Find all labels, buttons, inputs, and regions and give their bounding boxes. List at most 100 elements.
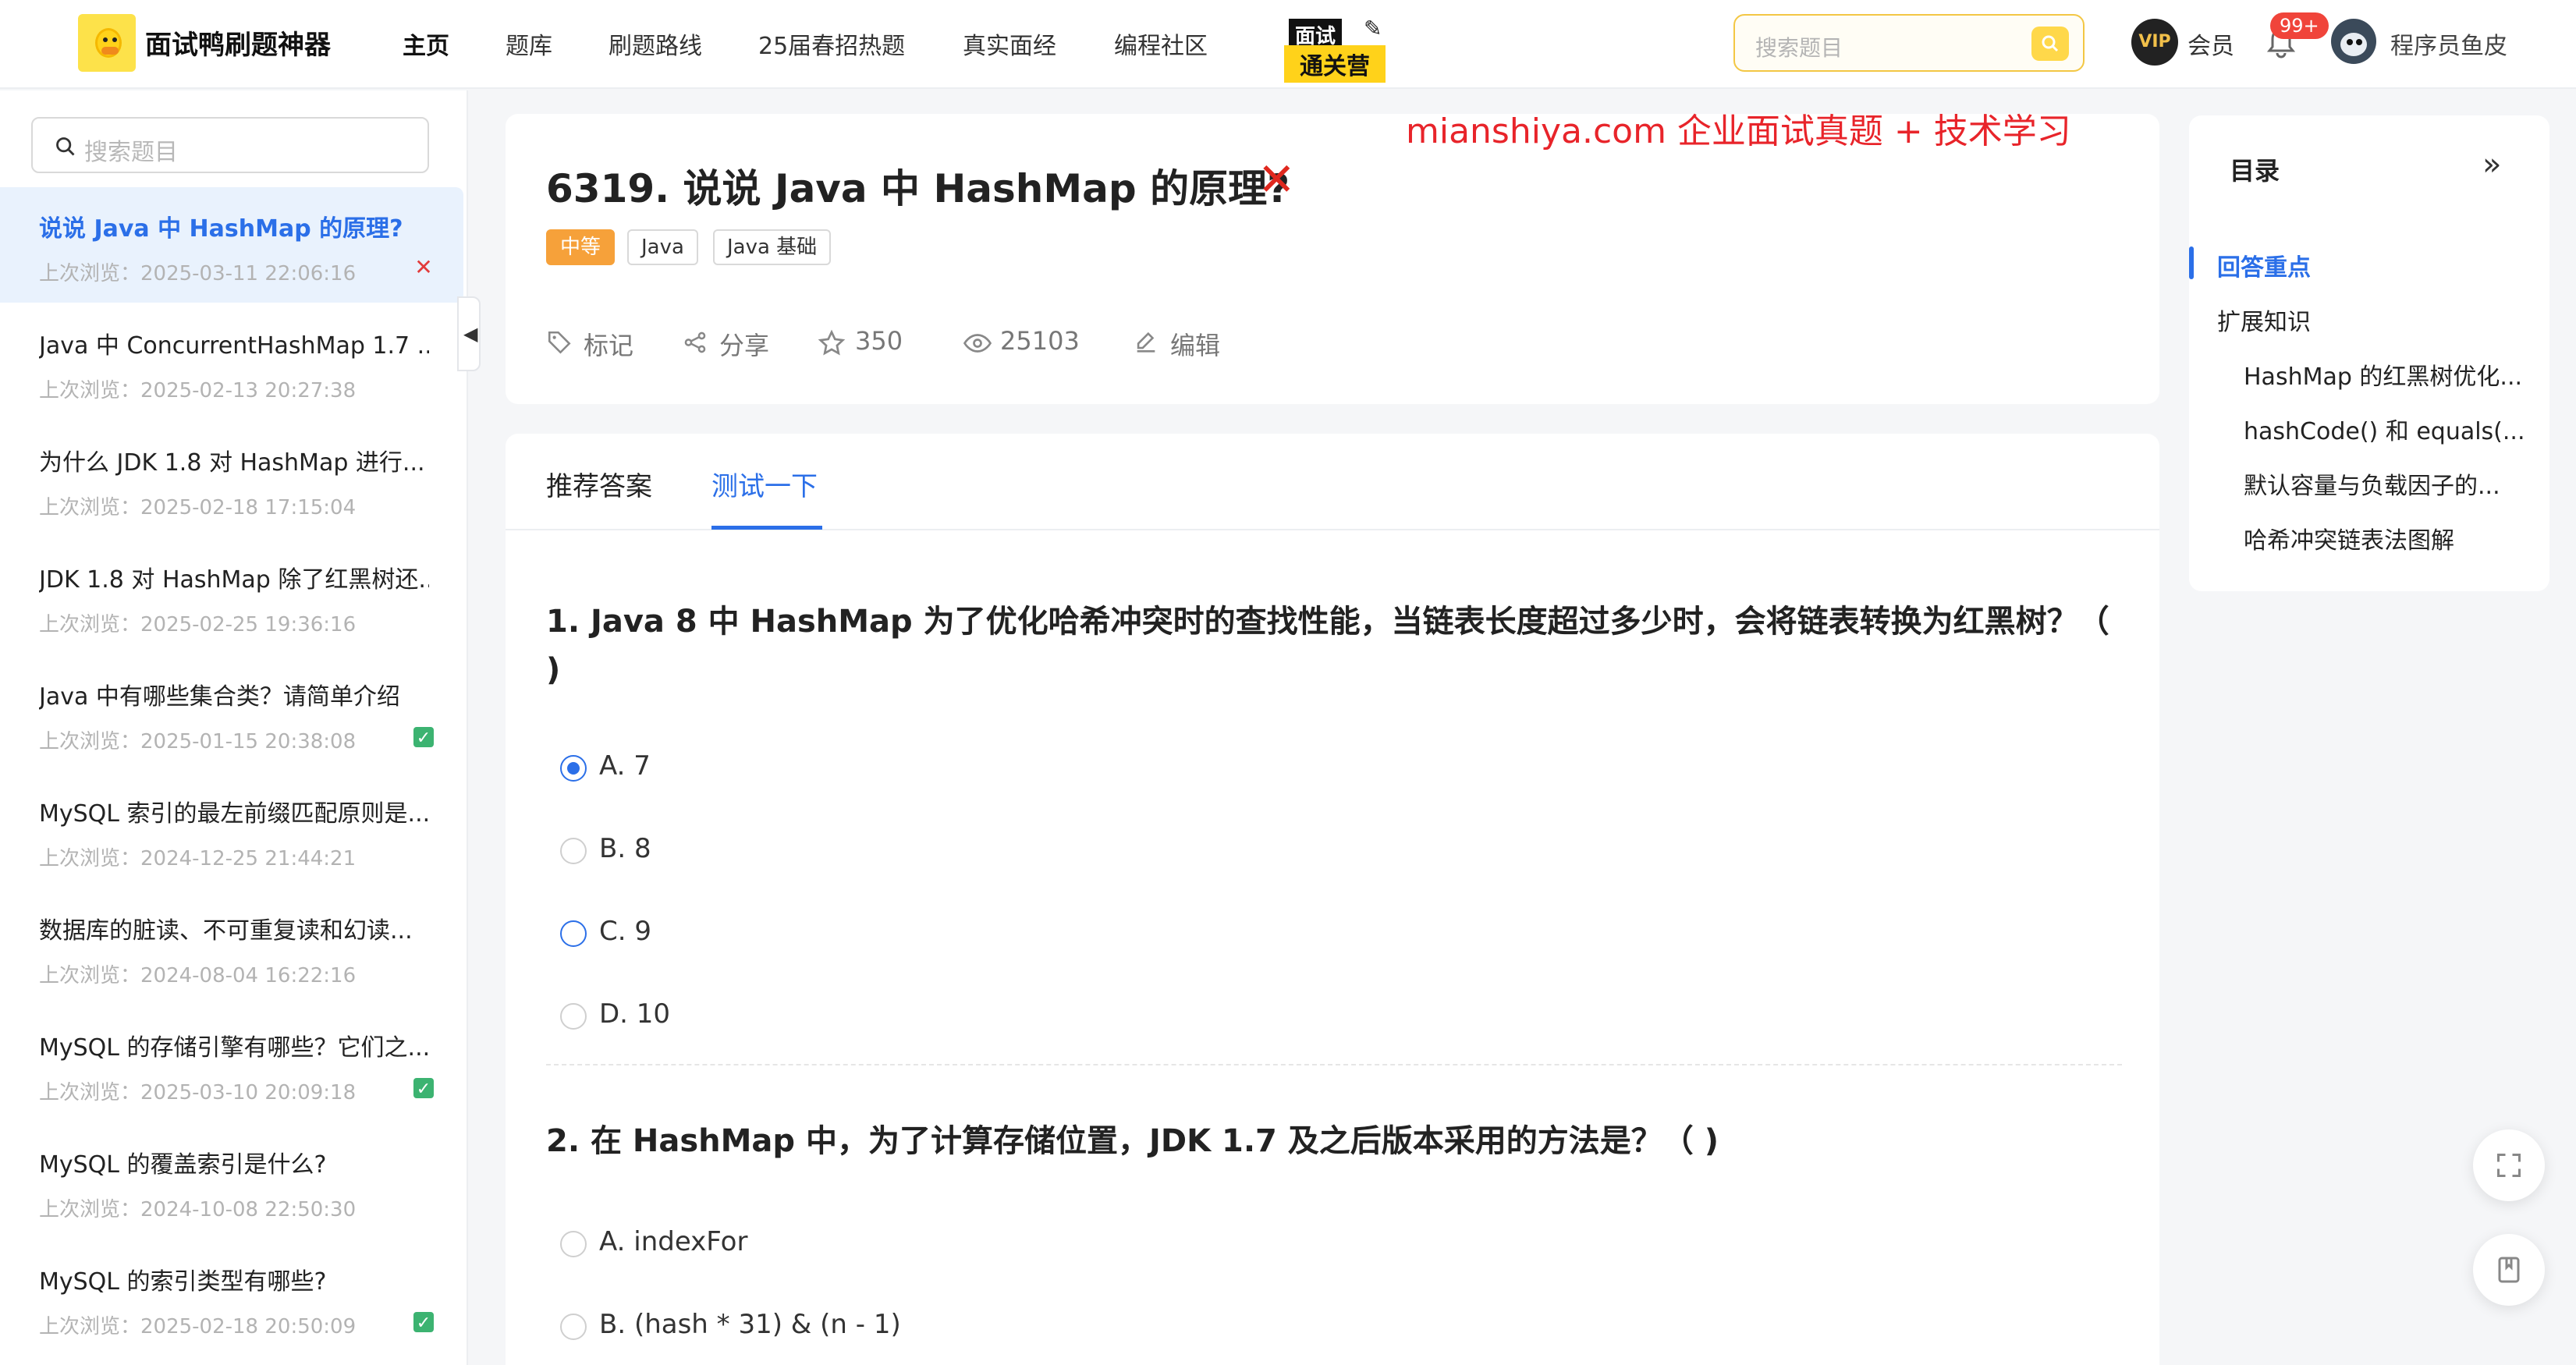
- bootcamp-banner[interactable]: 面试 通关营 ✎: [1267, 16, 1393, 83]
- list-item[interactable]: 为什么 JDK 1.8 对 HashMap 进行... 上次浏览：2025-02…: [0, 421, 463, 537]
- list-item[interactable]: Java 中有哪些集合类？请简单介绍 上次浏览：2025-01-15 20:38…: [0, 655, 463, 771]
- notes-button[interactable]: [2473, 1234, 2545, 1306]
- list-item-title: 为什么 JDK 1.8 对 HashMap 进行...: [39, 449, 425, 477]
- user-name[interactable]: 程序员鱼皮: [2390, 27, 2507, 61]
- duck-logo-icon[interactable]: [78, 14, 136, 72]
- avatar[interactable]: [2331, 19, 2376, 64]
- tag-java-basics[interactable]: Java 基础: [713, 229, 832, 265]
- nav-study-route[interactable]: 刷题路线: [609, 27, 702, 61]
- toc-item[interactable]: 哈希冲突链表法图解: [2244, 521, 2548, 555]
- list-item-title: JDK 1.8 对 HashMap 除了红黑树还...: [39, 566, 429, 594]
- list-item-time: 上次浏览：2025-01-15 20:38:08: [39, 730, 357, 753]
- eye-icon: [963, 334, 992, 353]
- difficulty-tag[interactable]: 中等: [546, 229, 616, 265]
- toc-item[interactable]: 扩展知识: [2217, 303, 2521, 337]
- list-item-title: 数据库的脏读、不可重复读和幻读...: [39, 917, 413, 945]
- notification-count-badge: 99+: [2270, 12, 2329, 39]
- list-item-title: 说说 Java 中 HashMap 的原理?: [39, 215, 403, 243]
- list-item[interactable]: MySQL 的索引类型有哪些? 上次浏览：2025-02-18 20:50:09…: [0, 1240, 463, 1356]
- list-item[interactable]: MySQL 的覆盖索引是什么? 上次浏览：2024-10-08 22:50:30: [0, 1123, 463, 1239]
- sidebar-search-input[interactable]: 搜索题目: [31, 117, 429, 173]
- list-item-title: MySQL 的存储引擎有哪些？它们之...: [39, 1034, 429, 1062]
- correct-check-icon: ✓: [413, 1078, 434, 1099]
- list-item-title: Java 中 ConcurrentHashMap 1.7 ...: [39, 332, 429, 360]
- search-icon: [56, 137, 75, 156]
- vip-label[interactable]: 会员: [2187, 27, 2234, 61]
- list-item-time: 上次浏览：2025-02-13 20:27:38: [39, 379, 357, 402]
- list-item-time: 上次浏览：2024-08-04 16:22:16: [39, 964, 357, 987]
- camp-line2: 通关营: [1284, 45, 1386, 83]
- list-item-title: MySQL 的索引类型有哪些?: [39, 1268, 327, 1296]
- caret-left-icon: ◀: [463, 323, 478, 345]
- fullscreen-button[interactable]: [2473, 1129, 2545, 1201]
- answer-card: 推荐答案 测试一下 1. Java 8 中 HashMap 为了优化哈希冲突时的…: [506, 434, 2159, 1365]
- list-item[interactable]: MySQL 索引的最左前缀匹配原则是... 上次浏览：2024-12-25 21…: [0, 772, 463, 888]
- search-icon: [2042, 35, 2059, 52]
- list-item[interactable]: MySQL 的存储引擎有哪些？它们之... 上次浏览：2025-03-10 20…: [0, 1006, 463, 1122]
- app-logo-text[interactable]: 面试鸭刷题神器: [145, 23, 331, 62]
- tab-recommended-answer[interactable]: 推荐答案: [546, 465, 652, 503]
- list-item[interactable]: 数据库的脏读、不可重复读和幻读... 上次浏览：2024-08-04 16:22…: [0, 889, 463, 1005]
- vip-badge-icon[interactable]: VIP: [2131, 19, 2178, 66]
- table-of-contents: 目录 » 回答重点 扩展知识 HashMap 的红黑树优化... hashCod…: [2189, 115, 2549, 591]
- radio-button[interactable]: [560, 1003, 587, 1030]
- radio-button[interactable]: [560, 1231, 587, 1257]
- tag-java[interactable]: Java: [627, 229, 698, 265]
- list-item-time: 上次浏览：2024-10-08 22:50:30: [39, 1198, 357, 1221]
- answer-tabs: 推荐答案 测试一下: [506, 434, 2159, 530]
- question-title: 6319. 说说 Java 中 HashMap 的原理?: [546, 166, 1290, 211]
- site-watermark: mianshiya.com 企业面试真题 + 技术学习: [1406, 112, 2071, 151]
- top-nav-bar: 面试鸭刷题神器 主页 题库 刷题路线 25届春招热题 真实面经 编程社区 面试 …: [0, 0, 2576, 89]
- share-icon: [684, 332, 706, 353]
- radio-button[interactable]: [560, 1314, 587, 1340]
- top-search-box[interactable]: 搜索题目: [1733, 14, 2085, 72]
- share-label: 分享: [719, 331, 770, 360]
- nav-home[interactable]: 主页: [403, 27, 449, 61]
- list-item[interactable]: 说说 Java 中 HashMap 的原理? 上次浏览：2025-03-11 2…: [0, 187, 463, 303]
- favorite-count: 350: [855, 326, 903, 356]
- nav-question-bank[interactable]: 题库: [506, 27, 552, 61]
- pen-icon: ✎: [1364, 16, 1382, 41]
- tab-take-quiz[interactable]: 测试一下: [711, 465, 818, 503]
- quiz-question-2: 2. 在 HashMap 中，为了计算存储位置，JDK 1.7 及之后版本采用的…: [546, 1123, 1719, 1159]
- list-item-time: 上次浏览：2025-03-11 22:06:16: [39, 262, 357, 285]
- nav-interview-exp[interactable]: 真实面经: [963, 27, 1056, 61]
- list-item[interactable]: JDK 1.8 对 HashMap 除了红黑树还... 上次浏览：2025-02…: [0, 538, 463, 654]
- radio-button[interactable]: [560, 920, 587, 947]
- radio-button[interactable]: [560, 838, 587, 864]
- list-item-time: 上次浏览：2025-03-10 20:09:18: [39, 1081, 357, 1104]
- option-label: A. 7: [599, 750, 651, 782]
- nav-community[interactable]: 编程社区: [1114, 27, 1208, 61]
- expand-icon: [2497, 1154, 2521, 1177]
- edit-icon: [1137, 332, 1155, 353]
- toc-item[interactable]: 默认容量与负载因子的...: [2244, 466, 2548, 501]
- question-history-sidebar: 搜索题目 说说 Java 中 HashMap 的原理? 上次浏览：2025-03…: [0, 90, 468, 1365]
- wrong-mark-icon: ✕: [414, 254, 433, 280]
- nav-spring-hot[interactable]: 25届春招热题: [758, 27, 905, 61]
- list-item-time: 上次浏览：2025-02-25 19:36:16: [39, 613, 357, 636]
- star-icon: [818, 329, 846, 356]
- toc-active-indicator: [2189, 246, 2194, 279]
- top-search-button[interactable]: [2031, 27, 2069, 61]
- list-item[interactable]: Java 中 ConcurrentHashMap 1.7 ... 上次浏览：20…: [0, 304, 463, 420]
- correct-check-icon: ✓: [413, 1312, 434, 1333]
- toc-item[interactable]: HashMap 的红黑树优化...: [2244, 357, 2548, 392]
- list-item-title: Java 中有哪些集合类？请简单介绍: [39, 683, 400, 711]
- wrong-mark-icon: ✕: [1258, 153, 1296, 206]
- radio-button[interactable]: [560, 755, 587, 782]
- quiz-question-1: 1. Java 8 中 HashMap 为了优化哈希冲突时的查找性能，当链表长度…: [546, 604, 2109, 688]
- toc-title: 目录: [2230, 156, 2280, 186]
- correct-check-icon: ✓: [413, 727, 434, 748]
- mark-label: 标记: [584, 331, 634, 360]
- option-label: D. 10: [599, 998, 671, 1030]
- toc-item[interactable]: hashCode() 和 equals(...: [2244, 412, 2548, 446]
- top-search-placeholder: 搜索题目: [1755, 35, 1843, 61]
- sidebar-collapse-toggle[interactable]: ◀: [457, 296, 481, 371]
- toc-item[interactable]: 回答重点: [2217, 248, 2521, 282]
- view-count-value: 25103: [1000, 326, 1080, 356]
- question-header-card: 6319. 说说 Java 中 HashMap 的原理? ✕ 中等 Java J…: [506, 114, 2159, 404]
- option-label: B. 8: [599, 833, 651, 864]
- edit-label: 编辑: [1170, 331, 1221, 360]
- double-chevron-right-icon[interactable]: »: [2482, 147, 2501, 183]
- option-label: C. 9: [599, 916, 651, 947]
